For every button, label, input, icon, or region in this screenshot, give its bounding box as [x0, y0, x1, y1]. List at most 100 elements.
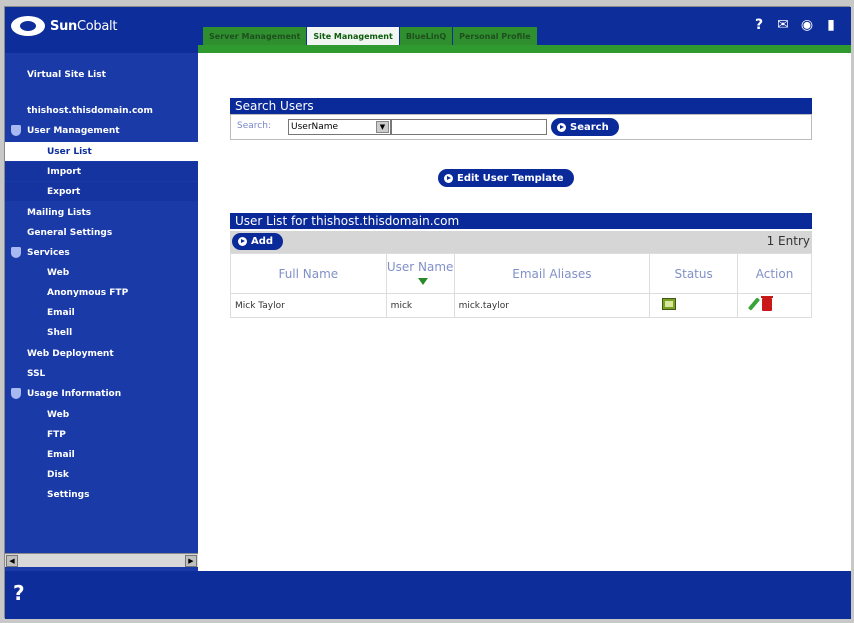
tab-server-management[interactable]: Server Management — [203, 27, 308, 45]
sidebar-item-label: User List — [47, 146, 92, 157]
mail-icon[interactable]: ✉ — [775, 17, 791, 33]
sidebar-item-label: Settings — [47, 489, 90, 500]
sidebar-item-label: Export — [47, 186, 81, 197]
trash-icon[interactable] — [761, 296, 774, 311]
user-status-icon — [662, 298, 677, 310]
sidebar: Virtual Site List thishost.thisdomain.com… — [5, 53, 198, 571]
arrow-right-icon — [238, 237, 247, 246]
search-field-select[interactable]: UserName ▼ — [288, 119, 391, 135]
sidebar-item-import[interactable]: Import — [5, 162, 198, 181]
sidebar-item-shell[interactable]: Shell — [5, 323, 198, 342]
tab-bluelinq[interactable]: BlueLinQ — [399, 27, 454, 45]
sidebar-item-label: Web Deployment — [27, 348, 114, 359]
tab-personal-profile[interactable]: Personal Profile — [453, 27, 538, 45]
scroll-left-icon[interactable]: ◀ — [6, 555, 18, 567]
edit-user-template-button[interactable]: Edit User Template — [438, 169, 574, 187]
sidebar-item-web[interactable]: Web — [5, 263, 198, 282]
search-button-label: Search — [570, 121, 609, 133]
column-email-aliases[interactable]: Email Aliases — [453, 253, 651, 294]
column-user-name[interactable]: User Name — [385, 253, 455, 294]
logout-icon[interactable]: ▮ — [823, 17, 839, 33]
brand-sun: Sun — [50, 18, 77, 34]
cell-user-name: mick — [385, 293, 455, 318]
shield-icon — [11, 247, 21, 258]
column-user-name-label: User Name — [386, 259, 454, 274]
search-button[interactable]: Search — [551, 118, 619, 136]
cell-full-name: Mick Taylor — [230, 293, 387, 318]
search-label: Search: — [237, 121, 271, 131]
edit-user-template-label: Edit User Template — [457, 172, 564, 184]
brand-cobalt: Cobalt — [76, 18, 118, 34]
sidebar-item-user-list[interactable]: User List — [5, 142, 198, 161]
sidebar-horizontal-scrollbar[interactable]: ◀ ▶ — [5, 553, 198, 567]
top-icons: ? ✉ ◉ ▮ — [751, 17, 839, 33]
sidebar-item-thishost-thisdomain-com[interactable]: thishost.thisdomain.com — [5, 101, 198, 120]
sidebar-item-ftp[interactable]: FTP — [5, 425, 198, 444]
sidebar-item-label: FTP — [47, 429, 66, 440]
sidebar-item-settings[interactable]: Settings — [5, 485, 198, 504]
search-input[interactable] — [391, 119, 547, 135]
sidebar-item-label: Email — [47, 307, 75, 318]
tab-site-management[interactable]: Site Management — [307, 27, 400, 45]
add-user-label: Add — [251, 236, 274, 247]
edit-pencil-icon[interactable] — [748, 297, 761, 311]
sidebar-item-virtual-site-list[interactable]: Virtual Site List — [5, 65, 198, 84]
sidebar-item-label: Usage Information — [27, 388, 122, 399]
sidebar-item-label: thishost.thisdomain.com — [27, 105, 153, 116]
sidebar-item-web-deployment[interactable]: Web Deployment — [5, 344, 198, 363]
sidebar-item-label: Web — [47, 267, 70, 278]
sidebar-item-label: General Settings — [27, 227, 113, 238]
entry-count: 1 Entry — [766, 234, 810, 248]
sidebar-item-anonymous-ftp[interactable]: Anonymous FTP — [5, 283, 198, 302]
sidebar-item-web[interactable]: Web — [5, 405, 198, 424]
sidebar-item-label: Web — [47, 409, 70, 420]
sidebar-item-disk[interactable]: Disk — [5, 465, 198, 484]
column-action: Action — [737, 253, 812, 294]
shield-icon — [11, 125, 21, 136]
arrow-right-icon — [444, 173, 453, 183]
sidebar-item-email[interactable]: Email — [5, 303, 198, 322]
user-list-toolbar: Add 1 Entry — [230, 231, 812, 253]
add-user-button[interactable]: Add — [232, 233, 284, 250]
sidebar-item-label: Shell — [47, 327, 73, 338]
sidebar-item-user-management[interactable]: User Management — [5, 121, 198, 140]
info-icon[interactable]: ◉ — [799, 17, 815, 33]
sidebar-item-mailing-lists[interactable]: Mailing Lists — [5, 203, 198, 222]
search-users-header: Search Users — [230, 98, 812, 114]
sidebar-item-email[interactable]: Email — [5, 445, 198, 464]
help-icon[interactable]: ? — [13, 581, 25, 605]
shield-icon — [11, 388, 21, 399]
suncobalt-logo: Sun Cobalt — [11, 13, 159, 39]
sidebar-item-usage-information[interactable]: Usage Information — [5, 384, 198, 403]
app-frame: Sun Cobalt Server Management Site Manage… — [4, 6, 851, 619]
column-full-name[interactable]: Full Name — [230, 253, 387, 294]
chevron-down-icon[interactable]: ▼ — [376, 121, 389, 133]
cell-status — [649, 293, 739, 318]
bottom-bar: ? — [5, 571, 851, 619]
main-tabs: Server Management Site Management BlueLi… — [203, 27, 538, 45]
tab-underline — [198, 45, 851, 53]
sidebar-item-general-settings[interactable]: General Settings — [5, 223, 198, 242]
user-list-header: User List for thishost.thisdomain.com — [230, 213, 812, 229]
sidebar-item-ssl[interactable]: SSL — [5, 364, 198, 383]
sidebar-item-label: Anonymous FTP — [47, 287, 129, 298]
sort-descending-icon[interactable] — [417, 277, 428, 285]
sidebar-item-label: Disk — [47, 469, 69, 480]
main-content: Search Users Search: UserName ▼ Search E… — [198, 53, 851, 571]
table-row: Mick Taylor mick mick.taylor — [230, 293, 812, 318]
sidebar-item-services[interactable]: Services — [5, 243, 198, 262]
search-panel: Search: UserName ▼ Search — [230, 114, 812, 140]
scroll-right-icon[interactable]: ▶ — [185, 555, 197, 567]
sidebar-item-label: Import — [47, 166, 82, 177]
column-status: Status — [649, 253, 739, 294]
sidebar-item-export[interactable]: Export — [5, 182, 198, 201]
sidebar-item-label: Virtual Site List — [27, 69, 106, 80]
user-table: Full Name User Name Email Aliases Status… — [230, 253, 812, 318]
help-icon[interactable]: ? — [751, 17, 767, 33]
sidebar-item-label: Email — [47, 449, 75, 460]
sidebar-item-label: Services — [27, 247, 70, 258]
sidebar-item-label: Mailing Lists — [27, 207, 92, 218]
arrow-right-icon — [557, 122, 566, 132]
search-field-value: UserName — [291, 122, 339, 132]
sidebar-item-label: SSL — [27, 368, 46, 379]
